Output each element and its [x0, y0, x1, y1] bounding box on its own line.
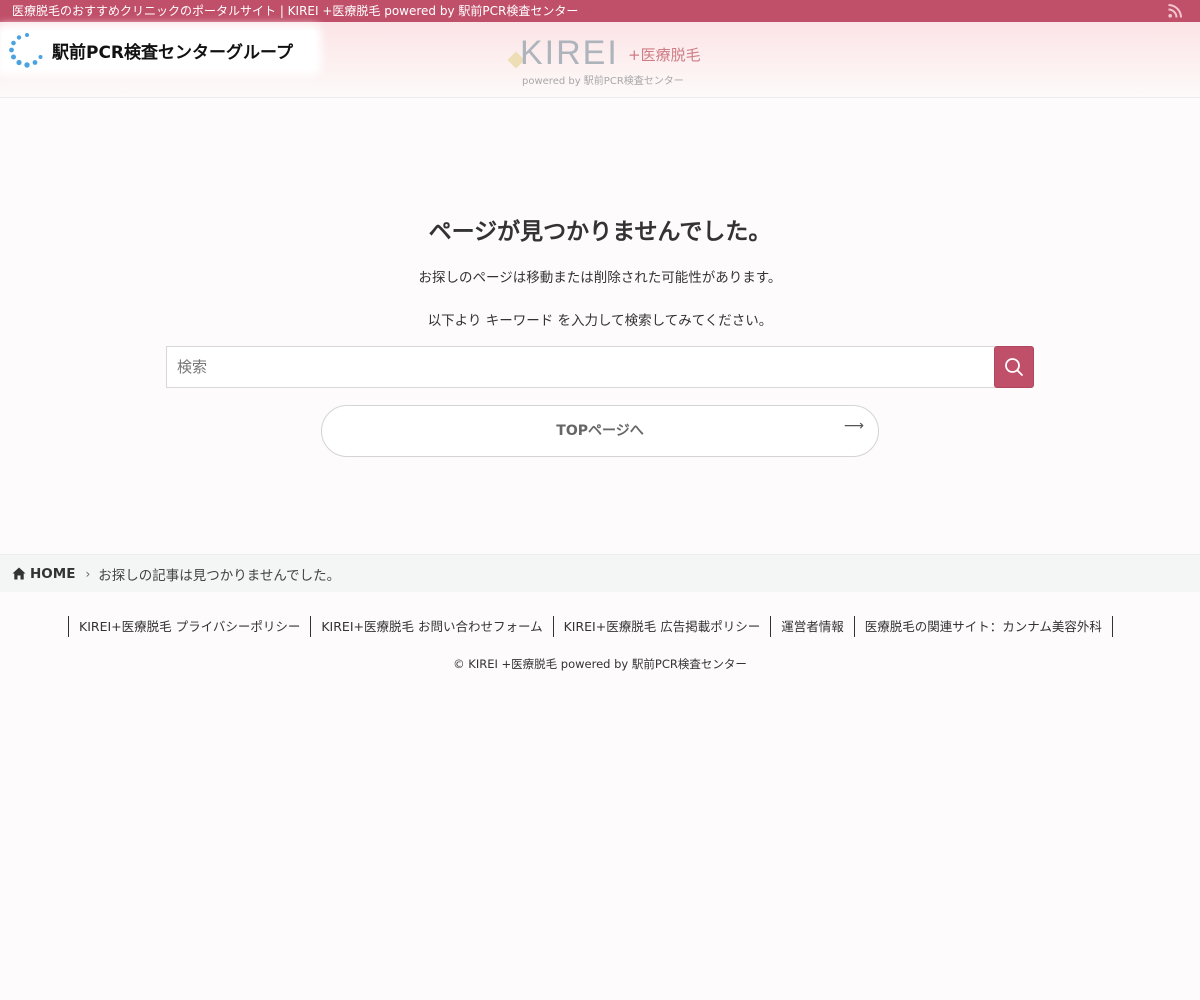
site-logo-main: KIREI: [520, 34, 619, 72]
breadcrumb-home-label: HOME: [30, 565, 76, 582]
search-icon: [1005, 358, 1023, 376]
search-instruction: 以下より キーワード を入力して検索してみてください。: [427, 313, 773, 329]
breadcrumb: HOME › お探しの記事は見つかりませんでした。: [0, 554, 1200, 592]
footer-link-operator[interactable]: 運営者情報: [771, 616, 855, 637]
group-logo-icon: [9, 33, 43, 68]
footer-link-ad-policy[interactable]: KIREI+医療脱毛 広告掲載ポリシー: [554, 616, 772, 637]
breadcrumb-home-link[interactable]: HOME: [12, 566, 75, 582]
site-tagline: 医療脱毛のおすすめクリニックのポータルサイト | KIREI +医療脱毛 pow…: [12, 4, 579, 18]
page-title: ページが見つかりませんでした。: [428, 219, 772, 245]
arrow-right-icon: ⟶: [843, 418, 864, 434]
home-icon: [12, 567, 26, 580]
site-logo[interactable]: KIREI +医療脱毛 powered by 駅前PCR検査センター: [506, 30, 706, 87]
top-page-button[interactable]: TOPページへ ⟶: [321, 405, 879, 457]
group-logo-text: 駅前PCR検査センターグループ: [52, 42, 294, 63]
footer-nav: KIREI+医療脱毛 プライバシーポリシー KIREI+医療脱毛 お問い合わせフ…: [68, 616, 1113, 637]
group-logo-banner[interactable]: 駅前PCR検査センターグループ: [2, 30, 316, 70]
top-page-button-label: TOPページへ: [556, 423, 644, 439]
site-logo-sub: +医療脱毛: [628, 46, 701, 64]
rss-icon[interactable]: [1168, 4, 1182, 18]
site-header: 駅前PCR検査センターグループ KIREI +医療脱毛 powered by 駅…: [0, 22, 1200, 98]
search-input[interactable]: [166, 346, 996, 388]
site-logo-powered: powered by 駅前PCR検査センター: [522, 76, 684, 87]
chevron-right-icon: ›: [85, 566, 91, 581]
footer-link-privacy[interactable]: KIREI+医療脱毛 プライバシーポリシー: [69, 616, 312, 637]
footer-link-contact[interactable]: KIREI+医療脱毛 お問い合わせフォーム: [311, 616, 554, 637]
breadcrumb-current: お探しの記事は見つかりませんでした。: [98, 567, 341, 584]
not-found-message: お探しのページは移動または削除された可能性があります。: [418, 270, 782, 286]
top-bar: 医療脱毛のおすすめクリニックのポータルサイト | KIREI +医療脱毛 pow…: [0, 0, 1200, 22]
search-button[interactable]: [994, 346, 1034, 388]
footer-link-related-site[interactable]: 医療脱毛の関連サイト：カンナム美容外科: [855, 616, 1113, 637]
copyright: © KIREI +医療脱毛 powered by 駅前PCR検査センター: [453, 657, 747, 671]
